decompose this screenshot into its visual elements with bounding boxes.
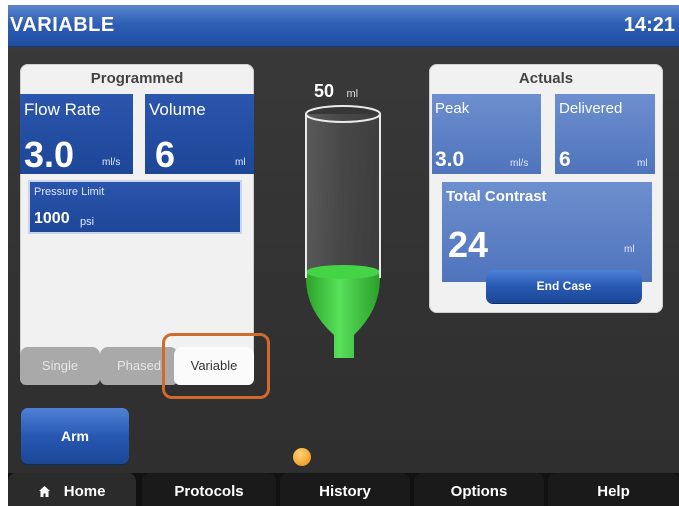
flow-rate-box[interactable]: Flow Rate 3.0 ml/s (20, 94, 133, 175)
peak-value: 3.0 (435, 148, 465, 171)
total-contrast-label: Total Contrast (446, 188, 547, 205)
arm-label: Arm (60, 428, 89, 444)
syringe-fluid-surface (306, 265, 380, 279)
total-contrast-value: 24 (448, 224, 489, 265)
end-case-label: End Case (536, 279, 592, 293)
actuals-title: Actuals (518, 70, 574, 87)
syringe-graphic (305, 105, 381, 358)
clock: 14:21 (623, 14, 675, 36)
peak-unit: ml/s (510, 158, 529, 169)
syringe-fluid (306, 272, 380, 358)
volume-label: Volume (149, 100, 206, 119)
bottom-nav: Home Protocols History Options Help (8, 473, 679, 506)
syringe-unit: ml (346, 88, 359, 100)
actuals-panel: Actuals Peak 3.0 ml/s Delivered 6 ml Tot… (429, 64, 663, 313)
nav-tab-protocols[interactable]: Protocols (142, 473, 276, 506)
nav-home-label: Home (63, 483, 106, 500)
arm-button[interactable]: Arm (21, 408, 129, 464)
nav-protocols-label: Protocols (174, 483, 244, 500)
home-icon (38, 474, 50, 497)
nav-tab-options[interactable]: Options (414, 473, 544, 506)
end-case-button[interactable]: End Case (486, 270, 642, 303)
status-indicator-icon (293, 448, 311, 466)
title-bar: VARIABLE 14:21 (8, 5, 679, 47)
flow-rate-label: Flow Rate (24, 100, 101, 119)
flow-rate-unit: ml/s (102, 157, 121, 168)
volume-value: 6 (155, 134, 176, 175)
nav-tab-help[interactable]: Help (548, 473, 679, 506)
nav-options-label: Options (450, 483, 508, 500)
nav-tab-history[interactable]: History (280, 473, 410, 506)
mode-tab-phased-label: Phased (116, 358, 162, 373)
delivered-value: 6 (559, 148, 571, 171)
volume-unit: ml (235, 157, 246, 168)
delivered-unit: ml (637, 158, 648, 169)
injector-screen: VARIABLE 14:21 Programmed Flow Rate 3.0 … (8, 5, 679, 506)
nav-help-label: Help (597, 483, 630, 500)
total-contrast-box: Total Contrast 24 ml (442, 182, 652, 282)
total-contrast-unit: ml (624, 244, 635, 255)
volume-box[interactable]: Volume 6 ml (145, 94, 254, 175)
peak-box: Peak 3.0 ml/s (432, 94, 541, 174)
delivered-label: Delivered (559, 100, 623, 117)
delivered-box: Delivered 6 ml (555, 94, 655, 174)
mode-tab-single-label: Single (41, 358, 79, 373)
programmed-title: Programmed (90, 70, 184, 87)
nav-history-label: History (319, 483, 371, 500)
flow-rate-value: 3.0 (24, 134, 75, 175)
syringe-volume: 50 (314, 81, 335, 101)
screen-title: VARIABLE (10, 14, 115, 36)
pressure-limit-unit: psi (80, 216, 95, 228)
mode-tab-single[interactable]: Single (20, 347, 100, 385)
nav-tab-home[interactable]: Home (8, 473, 136, 506)
selection-highlight (162, 333, 270, 399)
pressure-limit-box[interactable]: Pressure Limit 1000 psi (28, 180, 242, 234)
pressure-limit-label: Pressure Limit (34, 186, 105, 198)
syringe-capacity: 50 ml (314, 81, 358, 102)
pressure-limit-value: 1000 (34, 210, 70, 227)
peak-label: Peak (435, 100, 470, 117)
